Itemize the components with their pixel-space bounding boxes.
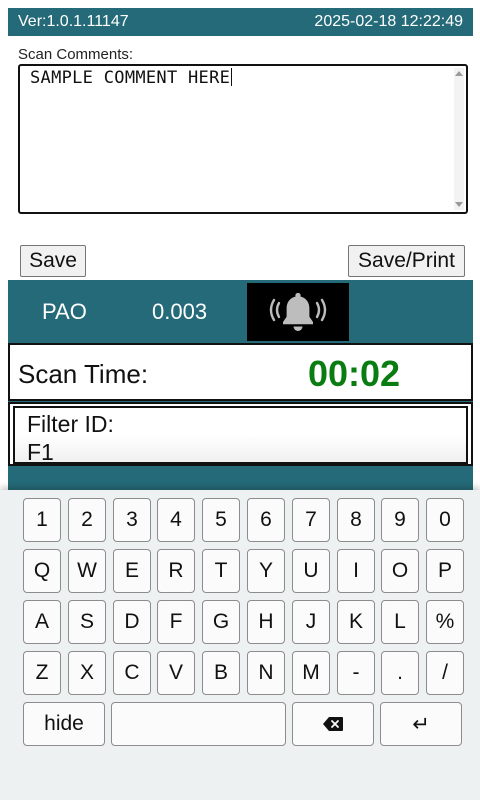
key-button[interactable]: J [292,600,330,644]
key-button[interactable]: 1 [23,498,61,542]
key-button[interactable]: % [426,600,464,644]
key-button[interactable]: B [202,651,240,695]
key-button[interactable]: D [113,600,151,644]
key-button[interactable]: - [337,651,375,695]
key-button[interactable]: K [337,600,375,644]
key-button[interactable]: Y [247,549,285,593]
key-button[interactable]: 4 [157,498,195,542]
key-button[interactable]: H [247,600,285,644]
key-button[interactable]: U [292,549,330,593]
key-button[interactable]: 0 [426,498,464,542]
enter-key[interactable]: ↵ [380,702,462,746]
bell-ringing-icon [269,293,327,331]
space-key[interactable] [111,702,286,746]
key-button[interactable]: N [247,651,285,695]
text-caret [231,68,233,86]
key-button[interactable]: I [337,549,375,593]
comments-scrollbar[interactable] [454,68,464,210]
key-button[interactable]: 7 [292,498,330,542]
key-button[interactable]: 5 [202,498,240,542]
scroll-down-arrow-icon[interactable] [455,202,463,207]
scan-time-row: Scan Time: 00:02 [8,343,473,401]
filter-id-row: Filter ID: F1 [8,402,473,466]
key-button[interactable]: A [23,600,61,644]
filter-id-label: Filter ID: [27,411,114,437]
status-bar: Ver:1.0.1.11147 2025-02-18 12:22:49 [8,8,473,36]
key-button[interactable]: F [157,600,195,644]
version-text: Ver:1.0.1.11147 [18,13,129,30]
key-button[interactable]: 2 [68,498,106,542]
key-button[interactable]: 6 [247,498,285,542]
key-button[interactable]: T [202,549,240,593]
key-button[interactable]: 9 [381,498,419,542]
key-button[interactable]: 8 [337,498,375,542]
save-button[interactable]: Save [20,245,86,277]
save-print-button[interactable]: Save/Print [348,245,465,277]
hide-keyboard-button[interactable]: hide [23,702,105,746]
key-button[interactable]: 3 [113,498,151,542]
on-screen-keyboard: 1 2 3 4 5 6 7 8 9 0 Q W E R T Y U I O P A S D F G H J K L% Z X C V B N M -. /… [0,490,480,800]
datetime-text: 2025-02-18 12:22:49 [314,13,463,30]
key-button[interactable]: . [381,651,419,695]
scan-time-value: 00:02 [308,353,401,394]
gas-label: PAO [42,299,87,324]
key-button[interactable]: Z [23,651,61,695]
key-button[interactable]: V [157,651,195,695]
key-button[interactable]: C [113,651,151,695]
key-button[interactable]: E [113,549,151,593]
backspace-key[interactable] [292,702,374,746]
key-button[interactable]: M [292,651,330,695]
key-button[interactable]: L [381,600,419,644]
key-button[interactable]: G [202,600,240,644]
key-button[interactable]: W [68,549,106,593]
gas-value: 0.003 [152,299,208,324]
key-button[interactable]: O [381,549,419,593]
scroll-up-arrow-icon[interactable] [455,71,463,76]
key-button[interactable]: R [157,549,195,593]
key-button[interactable]: / [426,651,464,695]
comments-label: Scan Comments: [18,46,134,63]
filter-id-field[interactable]: Filter ID: F1 [13,406,468,465]
filter-id-value: F1 [27,439,54,465]
comments-value: SAMPLE COMMENT HERE [30,68,231,88]
key-button[interactable]: S [68,600,106,644]
key-button[interactable]: Q [23,549,61,593]
backspace-icon [323,717,343,731]
key-button[interactable]: X [68,651,106,695]
scan-time-label: Scan Time: [18,359,149,389]
key-button[interactable]: P [426,549,464,593]
comments-textarea[interactable]: SAMPLE COMMENT HERE [18,64,468,214]
alarm-indicator[interactable] [247,283,349,341]
